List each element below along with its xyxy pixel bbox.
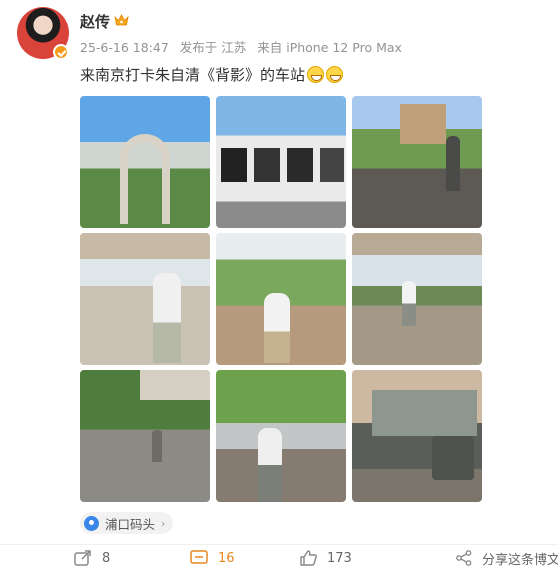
post-date[interactable]: 25-6-16 18:47: [80, 40, 169, 55]
photo-9[interactable]: [352, 370, 482, 502]
post-device: 来自 iPhone 12 Pro Max: [257, 40, 402, 55]
post-body: 来南京打卡朱自清《背影》的车站: [80, 66, 306, 84]
photo-5[interactable]: [216, 233, 346, 365]
grin-emoji-icon: [326, 66, 344, 83]
post-text: 来南京打卡朱自清《背影》的车站: [80, 64, 344, 85]
photo-4[interactable]: [80, 233, 210, 365]
repost-button[interactable]: 8: [74, 547, 110, 569]
comment-button[interactable]: 16: [190, 547, 235, 569]
grin-emoji-icon: [307, 66, 325, 83]
action-divider: [0, 544, 558, 545]
photo-grid: [80, 96, 484, 502]
photo-1[interactable]: [80, 96, 210, 228]
repost-icon: [74, 550, 91, 566]
username[interactable]: 赵传: [80, 11, 110, 32]
share-post-button[interactable]: 分享这条博文: [456, 547, 558, 569]
location-label: 浦口码头: [105, 516, 156, 532]
post-region: 发布于 江苏: [179, 40, 247, 55]
share-label: 分享这条博文: [482, 552, 558, 568]
location-tag[interactable]: 浦口码头 ›: [80, 512, 174, 534]
photo-7[interactable]: [80, 370, 210, 502]
like-button[interactable]: 173: [300, 547, 352, 569]
photo-6[interactable]: [352, 233, 482, 365]
photo-2[interactable]: [216, 96, 346, 228]
photo-3[interactable]: [352, 96, 482, 228]
chevron-right-icon: ›: [161, 516, 166, 530]
post-meta: 25-6-16 18:47 发布于 江苏 来自 iPhone 12 Pro Ma…: [80, 37, 409, 56]
repost-count: 8: [102, 550, 111, 566]
verified-badge-icon: [53, 44, 69, 60]
location-pin-icon: [84, 515, 99, 531]
comment-count: 16: [218, 550, 235, 566]
share-icon: [456, 550, 472, 566]
like-count: 173: [327, 550, 352, 566]
crown-icon: [114, 14, 129, 26]
photo-8[interactable]: [216, 370, 346, 502]
comment-icon: [190, 550, 208, 564]
thumbs-up-icon: [300, 550, 317, 566]
